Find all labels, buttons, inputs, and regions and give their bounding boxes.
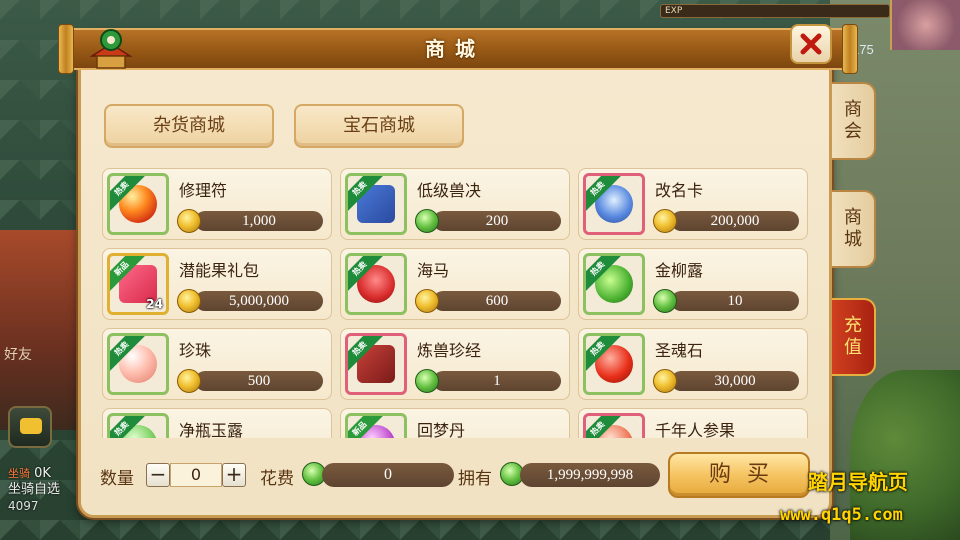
tab-label: 商会 [844,99,862,142]
item-name: 回梦丹 [417,421,466,438]
item-price: 10 [671,291,799,311]
item-card[interactable]: 热卖 珍珠 500 [102,328,332,400]
tab-chamber[interactable]: 商会 [832,82,876,160]
item-card[interactable]: 热卖 千年人参果 [578,408,808,438]
category-gem-button[interactable]: 宝石商城 [294,104,464,148]
watermark-title: 踏月导航页 [808,470,908,494]
item-icon: 热卖 [583,413,645,438]
exp-bar: EXP [660,4,890,18]
close-button[interactable] [790,24,832,64]
friend-label[interactable]: 好友 [4,346,48,390]
item-price: 30,000 [671,371,799,391]
chat-button[interactable] [8,406,52,448]
gold-coin-icon [415,289,439,313]
item-icon: 热卖 [345,173,407,235]
tab-shop[interactable]: 商城 [832,190,876,268]
gold-coin-icon [177,369,201,393]
item-icon: 热卖 [345,253,407,315]
item-list[interactable]: 热卖 修理符 1,000 热卖 低级兽决 200 热卖 改名卡 200,000 新品 24 潜能果礼包… [102,166,810,438]
item-card[interactable]: 新品 24 潜能果礼包 5,000,000 [102,248,332,320]
item-price: 200,000 [671,211,799,231]
item-name: 净瓶玉露 [179,421,244,438]
left-number: 4097 [8,499,39,513]
dialog-title: 商城 [425,37,485,61]
buy-button[interactable]: 购买 [668,452,810,498]
item-price: 600 [433,291,561,311]
owned-value: 1,999,999,998 [520,463,660,487]
quantity-minus-button[interactable]: − [146,463,170,487]
item-icon: 热卖 [583,253,645,315]
jade-coin-icon [415,369,439,393]
tab-label: 商城 [844,207,862,250]
item-icon: 热卖 [583,173,645,235]
tab-label: 充值 [844,315,862,358]
gold-coin-icon [653,209,677,233]
cost-label: 花费 [260,469,294,489]
item-price: 1,000 [195,211,323,231]
item-price: 500 [195,371,323,391]
item-card[interactable]: 新品 回梦丹 [340,408,570,438]
chat-bubble-icon [20,418,42,434]
item-name: 修理符 [179,181,228,200]
item-icon: 热卖 [583,333,645,395]
close-x-icon [800,33,822,55]
item-icon: 热卖 [107,413,169,438]
item-card[interactable]: 热卖 净瓶玉露 [102,408,332,438]
item-name: 改名卡 [655,181,704,200]
player-avatar[interactable] [890,0,960,50]
item-name: 千年人参果 [655,421,736,438]
background-building [0,230,80,430]
item-name: 炼兽珍经 [417,341,482,360]
gold-coin-icon [177,289,201,313]
item-icon: 热卖 [107,333,169,395]
item-card[interactable]: 热卖 低级兽决 200 [340,168,570,240]
jade-coin-icon [415,209,439,233]
item-stack-count: 24 [146,297,163,311]
item-icon: 新品 [345,413,407,438]
item-price: 5,000,000 [195,291,323,311]
category-grocery-button[interactable]: 杂货商城 [104,104,274,148]
auto-label: 坐骑自选 [8,482,61,497]
quantity-label: 数量 [100,469,134,489]
item-card[interactable]: 热卖 海马 600 [340,248,570,320]
item-card[interactable]: 热卖 金柳露 10 [578,248,808,320]
item-name: 低级兽决 [417,181,482,200]
status-tag: 坐骑 [8,467,30,480]
quantity-input[interactable]: 0 [170,463,222,487]
quantity-plus-button[interactable]: + [222,463,246,487]
item-icon: 热卖 [345,333,407,395]
left-status: 坐骑 0K 坐骑自选 4097 [8,466,60,514]
item-name: 潜能果礼包 [179,261,260,280]
status-ok: 0K [34,466,51,481]
gold-coin-icon [177,209,201,233]
watermark-url: www.q1q5.com [780,505,903,525]
item-name: 珍珠 [179,341,212,360]
jade-coin-icon [653,289,677,313]
gold-coin-icon [653,369,677,393]
tab-recharge[interactable]: 充值 [832,298,876,376]
item-card[interactable]: 热卖 炼兽珍经 1 [340,328,570,400]
item-price: 1 [433,371,561,391]
cost-value: 0 [322,463,454,487]
exp-label: EXP [665,6,683,16]
item-name: 金柳露 [655,261,704,280]
shop-emblem-icon [89,29,133,69]
own-label: 拥有 [458,469,492,489]
item-card[interactable]: 热卖 修理符 1,000 [102,168,332,240]
item-name: 圣魂石 [655,341,704,360]
item-price: 200 [433,211,561,231]
item-icon: 热卖 [107,173,169,235]
item-icon: 新品 24 [107,253,169,315]
item-name: 海马 [417,261,450,280]
item-card[interactable]: 热卖 圣魂石 30,000 [578,328,808,400]
item-card[interactable]: 热卖 改名卡 200,000 [578,168,808,240]
